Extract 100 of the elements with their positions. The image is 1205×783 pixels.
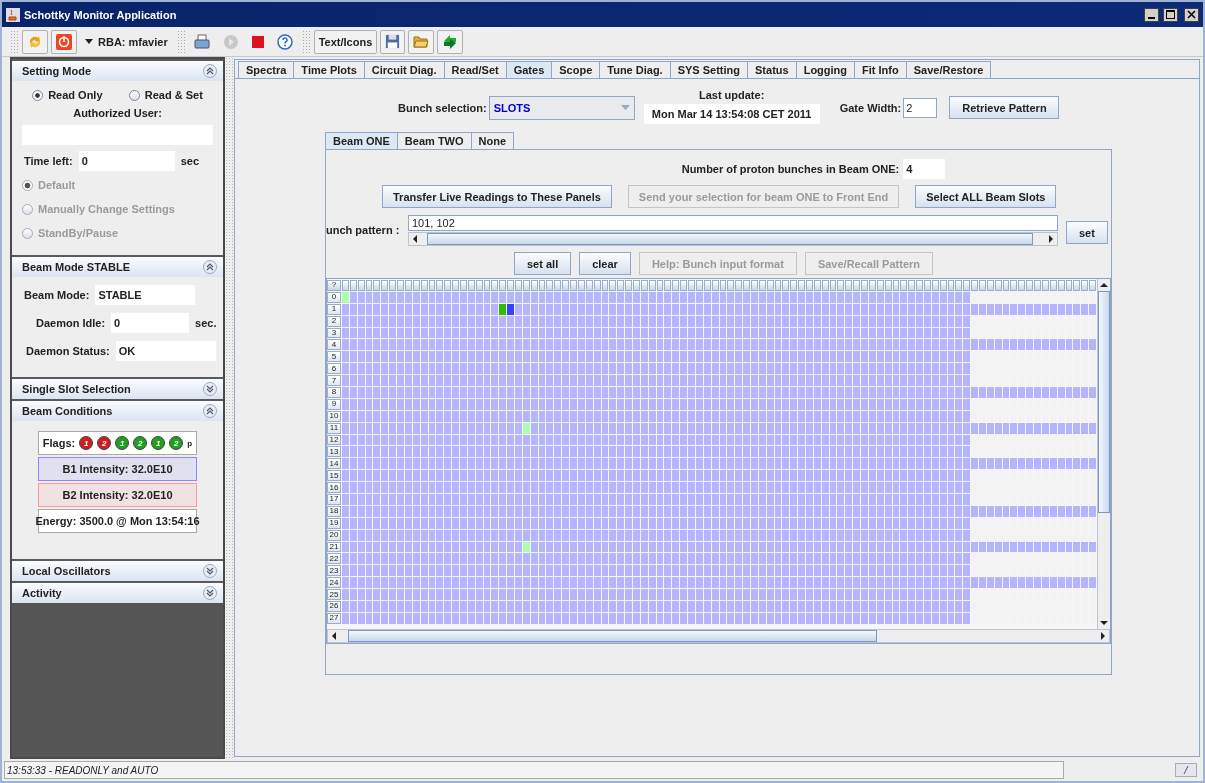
collapse-icon[interactable] [203,404,217,418]
row-header[interactable]: 13 [327,446,341,458]
expand-icon[interactable] [203,382,217,396]
column-header[interactable] [515,280,522,291]
maximize-button[interactable] [1163,7,1178,22]
column-header[interactable] [389,280,397,291]
column-header[interactable] [1057,280,1065,291]
column-header[interactable] [774,280,782,291]
user-menu[interactable]: RBA: mfavier [80,29,173,54]
section-header[interactable]: Local Oscillators [12,559,223,581]
column-header[interactable] [868,280,876,291]
column-header[interactable] [782,280,790,291]
toolbar-button[interactable] [51,29,77,54]
column-header[interactable] [798,280,805,291]
column-header[interactable] [420,280,428,291]
row-header[interactable]: 14 [327,458,341,470]
row-header[interactable]: 11 [327,422,341,434]
column-header[interactable] [491,280,499,291]
section-header[interactable]: Beam Mode STABLE [12,255,223,277]
column-header[interactable] [758,280,766,291]
row-header[interactable]: 4 [327,339,341,351]
bunch-dropdown[interactable]: SLOTS [488,96,635,120]
column-header[interactable] [821,280,829,291]
column-header[interactable] [963,280,971,291]
column-header[interactable] [609,280,617,291]
column-header[interactable] [695,280,703,291]
column-header[interactable] [876,280,884,291]
column-header[interactable] [452,280,459,291]
column-header[interactable] [1002,280,1010,291]
column-header[interactable] [483,280,491,291]
column-header[interactable] [381,280,389,291]
column-header[interactable] [601,280,609,291]
row-header[interactable]: 9 [327,398,341,410]
column-header[interactable] [939,280,947,291]
column-header[interactable] [436,280,444,291]
row-header[interactable]: 0 [327,291,341,303]
column-header[interactable] [467,280,475,291]
horizontal-scrollbar[interactable] [408,232,1058,246]
column-header[interactable] [971,280,979,291]
column-header[interactable] [1089,280,1096,291]
close-button[interactable] [1184,7,1199,22]
column-header[interactable] [648,280,656,291]
column-header[interactable] [813,280,821,291]
row-header[interactable]: 3 [327,327,341,339]
column-header[interactable] [672,280,680,291]
row-header[interactable]: 10 [327,410,341,422]
column-header[interactable] [892,280,900,291]
column-header[interactable] [617,280,625,291]
tab[interactable]: Logging [795,61,856,78]
column-header[interactable] [365,280,373,291]
column-header[interactable] [349,280,357,291]
gate-width-field[interactable]: 2 [903,97,938,118]
minimize-button[interactable] [1144,7,1159,22]
column-header[interactable] [357,280,365,291]
column-header[interactable] [1073,280,1081,291]
column-header[interactable] [373,280,381,291]
column-header[interactable] [845,280,853,291]
column-header[interactable] [861,280,868,291]
column-header[interactable] [475,280,483,291]
tab[interactable]: None [470,132,515,149]
column-header[interactable] [829,280,837,291]
column-header[interactable] [719,280,727,291]
column-header[interactable] [986,280,994,291]
row-header[interactable]: 22 [327,553,341,565]
column-header[interactable] [790,280,798,291]
set-button[interactable]: set [1066,221,1108,244]
horizontal-scrollbar[interactable] [327,629,1110,643]
column-header[interactable] [931,280,939,291]
column-header[interactable] [546,280,554,291]
row-header[interactable]: 17 [327,494,341,505]
row-header[interactable]: 8 [327,387,341,398]
row-header[interactable]: 19 [327,517,341,529]
row-header[interactable]: 6 [327,363,341,375]
tab[interactable]: Spectra [238,61,295,78]
column-header[interactable] [1010,280,1018,291]
row-header[interactable]: 24 [327,577,341,589]
column-header[interactable] [664,280,672,291]
column-header[interactable] [342,280,349,291]
column-header[interactable] [397,280,404,291]
vertical-scrollbar[interactable] [1097,279,1110,629]
column-header[interactable] [1065,280,1073,291]
row-header[interactable]: 23 [327,565,341,577]
pattern-button[interactable]: set all [514,252,572,275]
text-icons-button[interactable]: Text/Icons [313,29,378,54]
column-header[interactable] [1018,280,1026,291]
column-header[interactable] [570,280,577,291]
pattern-button[interactable]: clear [579,252,631,275]
column-header[interactable] [530,280,538,291]
row-header[interactable]: 5 [327,351,341,363]
column-header[interactable] [1041,280,1049,291]
radio-button[interactable]: Read Only [32,89,103,101]
column-header[interactable] [522,280,530,291]
row-header[interactable]: 2 [327,315,341,327]
section-header[interactable]: Setting Mode [12,59,223,81]
column-header[interactable] [507,280,514,291]
collapse-icon[interactable] [203,64,217,78]
column-header[interactable] [562,280,570,291]
column-header[interactable] [459,280,467,291]
column-header[interactable] [1026,280,1034,291]
column-header[interactable] [908,280,916,291]
